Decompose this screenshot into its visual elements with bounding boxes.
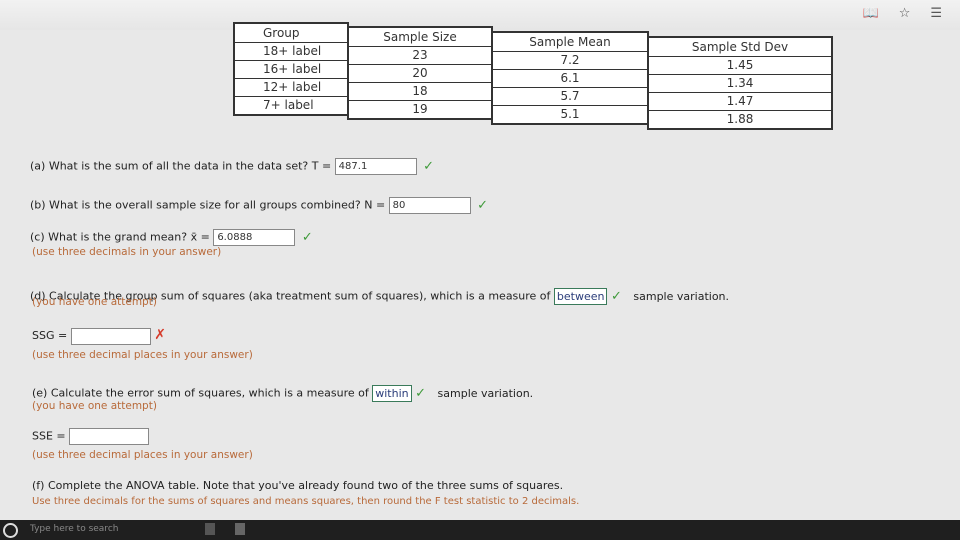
variation-type-select-e[interactable]: within bbox=[372, 385, 412, 402]
wrong-x-icon: ✗ bbox=[154, 327, 166, 343]
sample-mean-cell: 6.1 bbox=[493, 70, 647, 88]
group-cell: 7+ label bbox=[263, 98, 314, 112]
sample-std-header: Sample Std Dev bbox=[649, 38, 831, 57]
sse-label: SSE = bbox=[32, 429, 66, 443]
sample-mean-column: Sample Mean 7.2 6.1 5.7 5.1 bbox=[491, 31, 649, 125]
group-column: Group 18+ label 16+ label 12+ label 7+ l… bbox=[233, 22, 349, 116]
ssg-row: SSG = ✗ bbox=[32, 327, 166, 345]
start-button-icon[interactable] bbox=[3, 523, 18, 538]
reading-view-icon[interactable]: 📖 bbox=[863, 6, 879, 21]
sample-size-cell: 18 bbox=[349, 83, 491, 101]
group-cell: 18+ label bbox=[235, 43, 347, 61]
question-f-note: Use three decimals for the sums of squar… bbox=[32, 496, 580, 507]
question-e-text: (e) Calculate the error sum of squares, … bbox=[32, 386, 369, 400]
correct-check-icon: ✓ bbox=[415, 385, 427, 401]
favorites-list-icon[interactable]: ☰ bbox=[930, 6, 942, 21]
question-e-after: sample variation. bbox=[437, 386, 534, 400]
taskbar-search[interactable]: Type here to search bbox=[30, 524, 118, 534]
correct-check-icon: ✓ bbox=[423, 158, 435, 174]
sample-mean-header: Sample Mean bbox=[493, 33, 647, 52]
sse-row: SSE = bbox=[32, 428, 150, 445]
group-cell: 12+ label bbox=[235, 79, 347, 97]
question-f-text: (f) Complete the ANOVA table. Note that … bbox=[32, 479, 564, 492]
sample-size-cell: 19 bbox=[412, 102, 428, 116]
question-a: (a) What is the sum of all the data in t… bbox=[30, 158, 434, 175]
sample-std-cell: 1.34 bbox=[649, 75, 831, 93]
question-b: (b) What is the overall sample size for … bbox=[30, 197, 488, 214]
question-c-note: (use three decimals in your answer) bbox=[32, 246, 222, 258]
sample-std-column: Sample Std Dev 1.45 1.34 1.47 1.88 bbox=[647, 36, 833, 130]
question-e-note: (you have one attempt) bbox=[32, 400, 157, 412]
sample-mean-cell: 5.7 bbox=[493, 88, 647, 106]
taskbar-app-icon[interactable] bbox=[235, 523, 245, 535]
sum-answer-field[interactable]: 487.1 bbox=[334, 158, 417, 175]
sample-size-header: Sample Size bbox=[349, 28, 491, 47]
sample-mean-cell: 7.2 bbox=[493, 52, 647, 70]
question-b-text: (b) What is the overall sample size for … bbox=[30, 198, 386, 212]
ssg-note: (use three decimal places in your answer… bbox=[32, 349, 253, 361]
question-f: (f) Complete the ANOVA table. Note that … bbox=[32, 479, 563, 492]
question-c: (c) What is the grand mean? x̄ = 6.0888 … bbox=[30, 229, 313, 246]
sample-std-cell: 1.88 bbox=[726, 112, 754, 126]
sse-answer-field[interactable] bbox=[69, 428, 150, 445]
favorite-star-icon[interactable]: ☆ bbox=[899, 6, 911, 21]
grand-mean-answer-field[interactable]: 6.0888 bbox=[213, 229, 296, 246]
sample-std-cell: 1.47 bbox=[649, 93, 831, 111]
question-c-text: (c) What is the grand mean? x̄ = bbox=[30, 230, 210, 244]
variation-type-select-d[interactable]: between bbox=[553, 288, 608, 305]
taskbar-file-icon[interactable] bbox=[205, 523, 215, 535]
group-header: Group bbox=[235, 24, 347, 43]
sample-std-cell: 1.45 bbox=[649, 57, 831, 75]
ssg-label: SSG = bbox=[32, 329, 68, 342]
sample-size-cell: 20 bbox=[349, 65, 491, 83]
taskbar: Type here to search bbox=[0, 520, 960, 540]
sample-mean-cell: 5.1 bbox=[560, 107, 580, 121]
question-d-note: (you have one attempt) bbox=[32, 296, 157, 308]
question-a-text: (a) What is the sum of all the data in t… bbox=[30, 159, 332, 173]
group-cell: 16+ label bbox=[235, 61, 347, 79]
toolbar-icons: 📖 ☆ ☰ bbox=[863, 6, 943, 21]
sample-size-answer-field[interactable]: 80 bbox=[388, 197, 471, 214]
sample-size-column: Sample Size 23 20 18 19 bbox=[347, 26, 493, 120]
correct-check-icon: ✓ bbox=[610, 288, 622, 304]
sse-note: (use three decimal places in your answer… bbox=[32, 449, 253, 461]
correct-check-icon: ✓ bbox=[477, 197, 489, 213]
sample-size-cell: 23 bbox=[349, 47, 491, 65]
correct-check-icon: ✓ bbox=[301, 229, 313, 245]
ssg-answer-field[interactable] bbox=[70, 327, 151, 345]
question-d-after: sample variation. bbox=[633, 289, 730, 303]
